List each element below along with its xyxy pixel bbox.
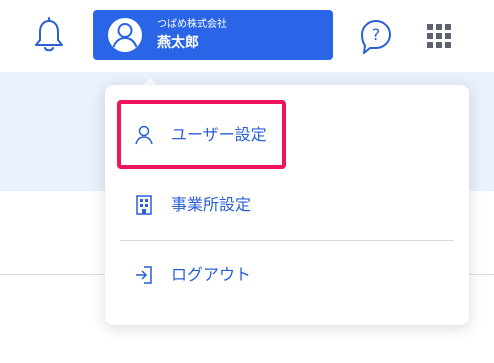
bell-icon[interactable] — [32, 17, 66, 53]
app-grid-icon[interactable] — [425, 22, 453, 50]
highlight-box — [117, 100, 286, 169]
menu-item-office-settings[interactable]: 事業所設定 — [105, 180, 469, 230]
company-name: つばめ株式会社 — [157, 19, 227, 30]
menu-item-logout[interactable]: ログアウト — [105, 250, 469, 300]
user-avatar-icon — [108, 18, 142, 52]
menu-divider — [120, 240, 454, 241]
svg-text:?: ? — [372, 25, 381, 44]
menu-item-label: 事業所設定 — [171, 195, 252, 214]
user-dropdown-menu: ユーザー設定 事業所設定 ログアウト — [105, 85, 469, 325]
user-menu-button[interactable]: つばめ株式会社 燕太郎 — [93, 10, 333, 60]
help-question-icon[interactable]: ? — [358, 17, 394, 55]
building-icon — [136, 195, 152, 215]
logout-icon — [136, 266, 152, 284]
app-header: つばめ株式会社 燕太郎 ? — [0, 0, 494, 72]
menu-item-label: ログアウト — [171, 265, 252, 284]
user-name: 燕太郎 — [157, 35, 199, 51]
